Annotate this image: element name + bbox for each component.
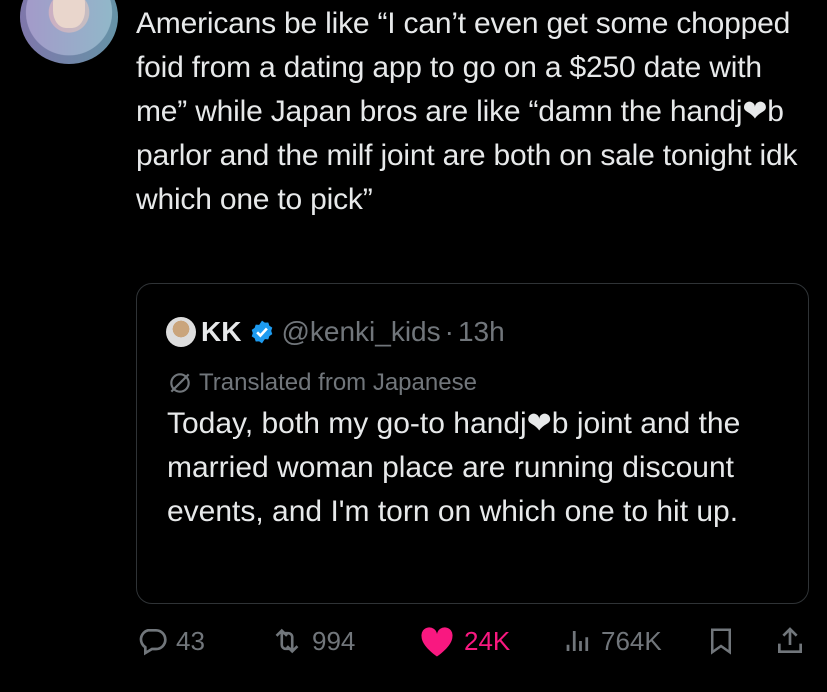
bookmark-button[interactable]	[706, 615, 744, 667]
translate-icon	[170, 373, 190, 393]
reply-icon	[139, 629, 167, 656]
quoted-tweet[interactable]: KK @kenki_kids · 13h Translated from Jap…	[136, 283, 809, 604]
quoted-timestamp[interactable]: 13h	[458, 312, 505, 352]
quoted-text: Today, both my go-to handj❤b joint and t…	[167, 407, 741, 528]
reply-count: 43	[176, 625, 205, 656]
heart-icon	[421, 627, 453, 657]
like-count: 24K	[464, 625, 511, 656]
translation-notice[interactable]: Translated from Japanese	[167, 366, 477, 400]
repost-count: 994	[312, 625, 356, 656]
action-bar: 43 994 24K 764K	[0, 615, 827, 667]
translated-label: Translated from Japanese	[199, 369, 477, 396]
tweet-text: Americans be like “I can’t even get some…	[136, 7, 806, 216]
reply-button[interactable]: 43	[136, 615, 205, 667]
share-icon	[778, 627, 802, 653]
share-button[interactable]	[774, 615, 814, 667]
views-button[interactable]: 764K	[563, 615, 662, 667]
verified-badge-icon	[252, 320, 273, 344]
repost-icon	[275, 628, 299, 654]
views-count: 764K	[601, 625, 662, 656]
repost-button[interactable]: 994	[270, 615, 355, 667]
avatar-face	[53, 0, 85, 28]
quoted-avatar[interactable]	[166, 317, 196, 347]
quoted-name[interactable]: KK	[201, 312, 241, 352]
quoted-handle[interactable]: @kenki_kids	[281, 312, 440, 352]
views-icon	[566, 631, 589, 651]
quoted-header: KK @kenki_kids · 13h	[201, 312, 505, 352]
author-avatar[interactable]	[20, 0, 118, 64]
bookmark-icon	[711, 628, 731, 655]
separator-dot: ·	[444, 316, 454, 347]
like-button[interactable]: 24K	[418, 615, 510, 667]
